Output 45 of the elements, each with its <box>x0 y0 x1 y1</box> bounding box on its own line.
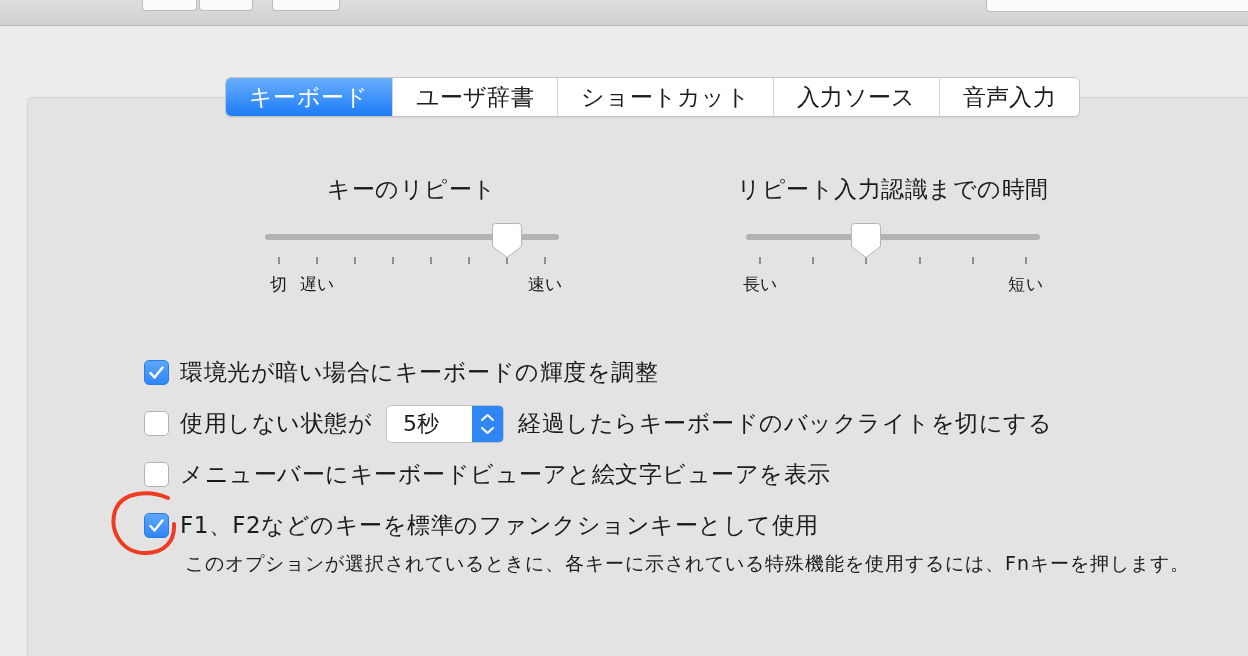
tab[interactable]: 入力ソース <box>773 78 939 116</box>
tick-mark <box>812 257 815 264</box>
option-label: 経過したらキーボードのバックライトを切にする <box>518 409 1052 438</box>
toolbar-button[interactable] <box>142 0 197 11</box>
tab[interactable]: ショートカット <box>557 78 774 116</box>
option-label: F1、F2などのキーを標準のファンクションキーとして使用 <box>180 511 819 540</box>
tick-label: 長い <box>742 274 778 294</box>
tick-mark <box>865 257 868 264</box>
tick-mark <box>468 257 470 264</box>
tick-mark <box>1024 257 1027 264</box>
checkbox[interactable] <box>144 513 169 538</box>
tab[interactable]: ユーザ辞書 <box>391 78 557 116</box>
option-label: 使用しない状態が <box>180 409 372 438</box>
tick-mark <box>316 257 318 264</box>
tick-mark <box>392 257 394 264</box>
tick-mark <box>544 257 546 264</box>
option-label: 環境光が暗い場合にキーボードの輝度を調整 <box>180 358 658 387</box>
tick-mark <box>430 257 432 264</box>
checkmark-icon <box>149 366 164 379</box>
checkbox[interactable] <box>144 360 169 385</box>
checkmark-icon <box>149 519 164 532</box>
toolbar-button[interactable] <box>199 0 253 11</box>
slider-thumb[interactable] <box>851 223 882 258</box>
option-label: メニューバーにキーボードビューアと絵文字ビューアを表示 <box>180 460 831 489</box>
checkbox[interactable] <box>144 411 169 436</box>
text-field[interactable] <box>986 0 1248 12</box>
popup-button[interactable]: 5秒 <box>386 404 504 443</box>
tick-mark <box>354 257 356 264</box>
toolbar-button[interactable] <box>272 0 340 11</box>
tick-mark <box>918 257 921 264</box>
slider-title: リピート入力認識までの時間 <box>737 175 1049 204</box>
tick-label: 速い <box>527 274 563 294</box>
tick-label: 切 <box>270 274 288 294</box>
tick-mark <box>759 257 761 264</box>
option-description: このオプションが選択されているときに、各キーに示されている特殊機能を使用するには、Fnキーを押します。 <box>184 551 1190 575</box>
tick-label: 短い <box>1008 274 1044 294</box>
slider-thumb[interactable] <box>491 223 522 258</box>
tick-mark <box>506 257 508 264</box>
tick-mark <box>278 257 280 264</box>
tick-label: 遅い <box>299 274 335 294</box>
tick-mark <box>971 257 974 264</box>
slider-title: キーのリピート <box>327 175 497 204</box>
tab[interactable]: 音声入力 <box>938 78 1079 116</box>
stepper-arrows-icon <box>472 405 503 442</box>
checkbox[interactable] <box>144 462 169 487</box>
